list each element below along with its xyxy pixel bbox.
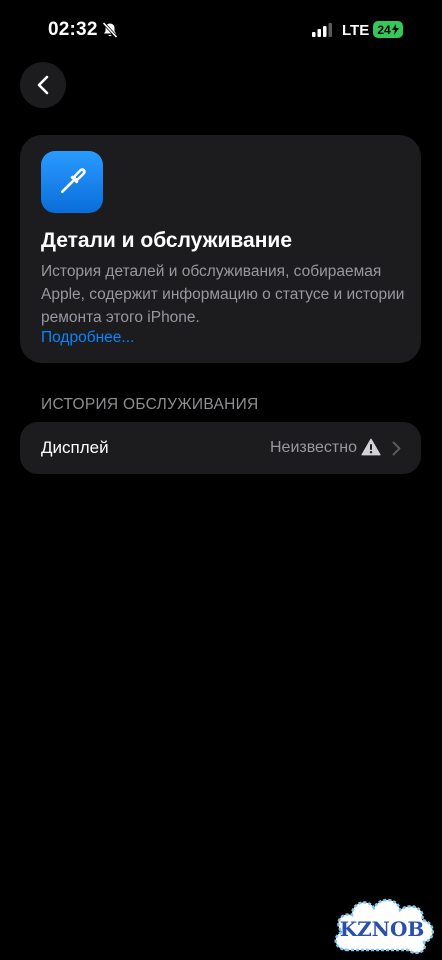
card-title: Детали и обслуживание xyxy=(41,229,292,252)
warning-triangle-icon xyxy=(361,438,381,456)
back-button[interactable] xyxy=(20,62,66,108)
charging-bolt-icon xyxy=(391,24,399,35)
learn-more-link[interactable]: Подробнее... xyxy=(41,329,134,347)
parts-service-card: Детали и обслуживание История деталей и … xyxy=(20,135,421,363)
bell-slash-icon xyxy=(102,21,118,39)
card-description: История деталей и обслуживания, собираем… xyxy=(41,263,405,326)
battery-level: 24 xyxy=(377,22,391,37)
signal-icon xyxy=(312,23,332,37)
screwdriver-icon xyxy=(41,151,103,213)
status-bar: 02:32 LTE 24 xyxy=(0,0,442,58)
chevron-left-icon xyxy=(37,75,49,95)
watermark-logo: KZNOB xyxy=(334,898,434,954)
list-item-display[interactable]: Дисплей Неизвестно xyxy=(20,422,421,474)
section-header-service-history: ИСТОРИЯ ОБСЛУЖИВАНИЯ xyxy=(41,396,259,413)
list-item-label: Дисплей xyxy=(41,438,109,457)
battery-indicator: 24 xyxy=(373,21,403,38)
network-type: LTE xyxy=(342,22,370,39)
chevron-right-icon xyxy=(392,441,401,456)
watermark-text: KZNOB xyxy=(340,917,425,941)
status-time: 02:32 xyxy=(48,19,98,40)
list-item-value: Неизвестно xyxy=(269,439,357,456)
